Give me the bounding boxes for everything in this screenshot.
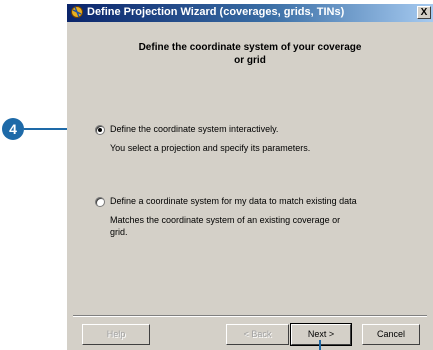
option-interactive-description: You select a projection and specify its …	[110, 143, 311, 153]
wizard-dialog: Define Projection Wizard (coverages, gri…	[67, 4, 433, 350]
option-match-existing-label[interactable]: Define a coordinate system for my data t…	[110, 196, 357, 206]
heading-line-2: or grid	[234, 55, 266, 66]
radio-interactive[interactable]	[95, 125, 105, 135]
back-button[interactable]: < Back	[226, 324, 289, 345]
option-match-existing-description: Matches the coordinate system of an exis…	[110, 214, 375, 238]
next-pointer-line	[319, 340, 321, 350]
window-title: Define Projection Wizard (coverages, gri…	[87, 6, 345, 18]
option-interactive-label[interactable]: Define the coordinate system interactive…	[110, 124, 278, 134]
description-line-1: Matches the coordinate system of an exis…	[110, 215, 341, 225]
title-bar[interactable]: Define Projection Wizard (coverages, gri…	[67, 4, 433, 22]
step-number-callout: 4	[2, 118, 24, 140]
help-button[interactable]: Help	[82, 324, 150, 345]
next-button[interactable]: Next >	[290, 323, 352, 346]
radio-match-existing[interactable]	[95, 197, 105, 207]
cancel-button[interactable]: Cancel	[362, 324, 420, 345]
page-heading: Define the coordinate system of your cov…	[67, 41, 433, 67]
heading-line-1: Define the coordinate system of your cov…	[138, 42, 362, 53]
close-button[interactable]: X	[417, 6, 431, 19]
radio-selected-dot	[98, 128, 102, 132]
description-line-2: grid.	[110, 227, 128, 237]
globe-app-icon	[71, 6, 83, 18]
button-separator	[73, 315, 427, 317]
